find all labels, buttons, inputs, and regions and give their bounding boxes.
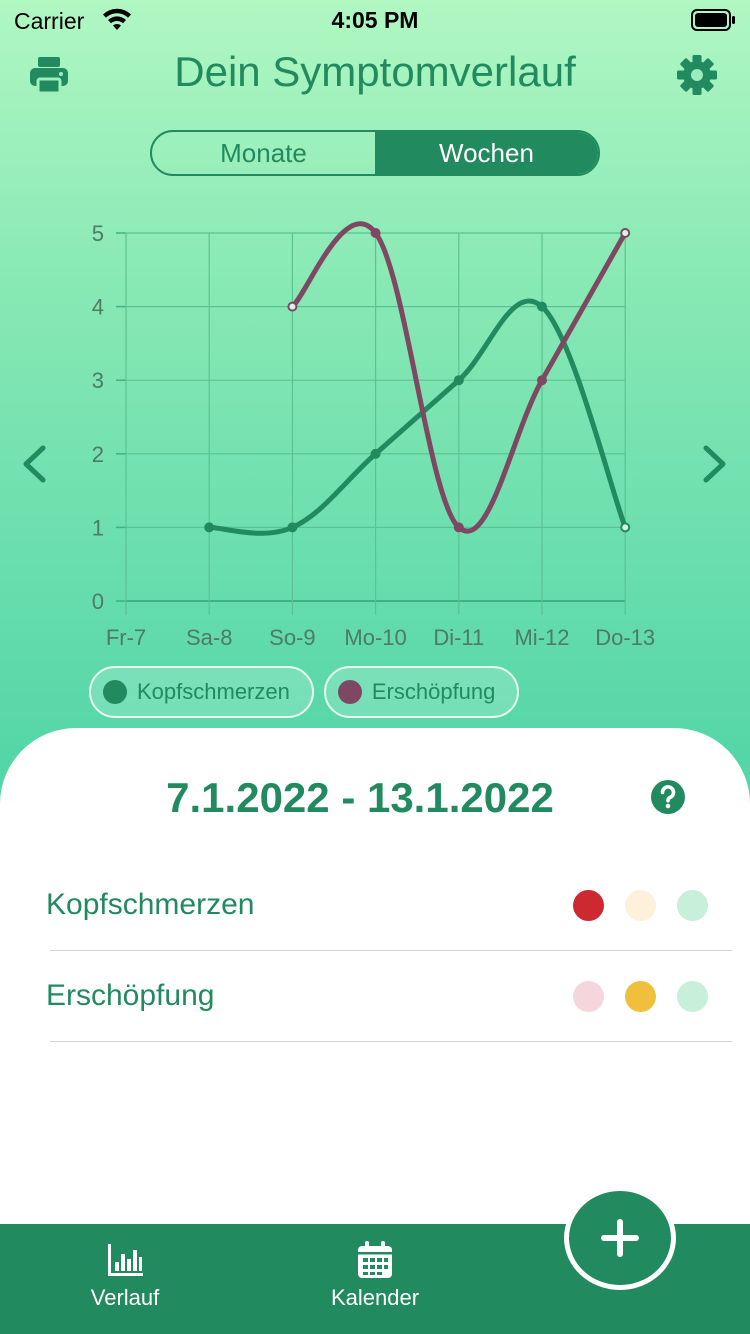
severity-dot (677, 981, 708, 1012)
x-axis-ticks: Fr-7 Sa-8 So-9 Mo-10 Di-11 Mi-12 Do-13 (106, 625, 655, 650)
severity-dot (677, 890, 708, 921)
x-tick-label: Do-13 (595, 625, 655, 650)
x-tick-label: Di-11 (433, 625, 484, 650)
battery-icon (691, 9, 735, 31)
y-tick-label: 0 (92, 589, 104, 614)
period-segmented-control: Monate Wochen (150, 130, 600, 176)
data-point (620, 228, 631, 238)
page-title: Dein Symptomverlauf (174, 48, 576, 95)
x-tick-label: So-9 (269, 625, 315, 650)
y-tick-label: 4 (92, 295, 104, 320)
legend-label: Kopfschmerzen (137, 679, 290, 704)
y-tick-label: 1 (92, 515, 104, 540)
legend-label: Erschöpfung (371, 679, 496, 704)
divider (50, 1041, 732, 1042)
legend-kopfschmerzen[interactable]: Kopfschmerzen (89, 666, 314, 718)
y-tick-label: 2 (92, 442, 104, 467)
bar-chart-icon (108, 1244, 143, 1276)
severity-dots (573, 981, 708, 1012)
symptom-row-erschoepfung[interactable]: Erschöpfung (46, 951, 736, 1041)
data-point (453, 522, 464, 533)
y-axis-ticks: 0 1 2 3 4 5 (92, 221, 104, 614)
segment-wochen[interactable]: Wochen (375, 132, 598, 174)
severity-dot (573, 890, 604, 921)
tab-verlauf[interactable]: Verlauf (55, 1240, 195, 1311)
x-tick-label: Mo-10 (344, 625, 406, 650)
segment-monate[interactable]: Monate (152, 132, 375, 174)
chart-grid (116, 232, 626, 615)
gear-icon[interactable] (676, 54, 718, 96)
symptom-line-chart: 0 1 2 3 4 5 Fr-7 Sa-8 So-9 Mo-10 Di-11 Mi-12 Do-13 (92, 221, 655, 650)
tab-kalender[interactable]: Kalender (305, 1240, 445, 1311)
series-line-kopfschmerzen (206, 298, 628, 536)
legend-erschoepfung[interactable]: Erschöpfung (323, 666, 520, 718)
legend-dot (103, 680, 127, 704)
data-point (537, 375, 547, 386)
symptom-name: Erschöpfung (46, 979, 215, 1012)
data-point (620, 522, 631, 533)
chart-series (204, 221, 631, 536)
data-point (537, 301, 547, 312)
x-tick-label: Fr-7 (106, 625, 146, 650)
help-circle-icon[interactable] (650, 779, 686, 815)
data-point (204, 522, 215, 533)
data-point (287, 522, 298, 533)
symptom-row-kopfschmerzen[interactable]: Kopfschmerzen (46, 860, 736, 950)
data-point (370, 228, 381, 238)
x-tick-label: Sa-8 (186, 625, 232, 650)
tab-label: Verlauf (90, 1285, 160, 1310)
plus-icon (601, 1219, 639, 1257)
severity-dot (625, 981, 656, 1012)
date-range: 7.1.2022 - 13.1.2022 (166, 774, 554, 821)
y-tick-label: 5 (92, 221, 104, 246)
add-entry-button[interactable] (564, 1186, 676, 1290)
y-tick-label: 3 (92, 368, 104, 393)
data-point (370, 448, 381, 459)
clock: 4:05 PM (331, 7, 419, 33)
calendar-icon (358, 1241, 392, 1278)
chart-legend: Kopfschmerzen Erschöpfung (89, 666, 520, 718)
tab-label: Kalender (330, 1285, 420, 1310)
symptom-name: Kopfschmerzen (46, 888, 255, 921)
severity-dots (573, 890, 708, 921)
severity-dot (573, 981, 604, 1012)
status-bar: Carrier 4:05 PM (0, 0, 750, 40)
legend-dot (337, 680, 362, 704)
severity-dot (625, 890, 656, 921)
data-point (287, 301, 298, 312)
x-tick-label: Mi-12 (514, 625, 569, 650)
data-point (453, 375, 464, 386)
